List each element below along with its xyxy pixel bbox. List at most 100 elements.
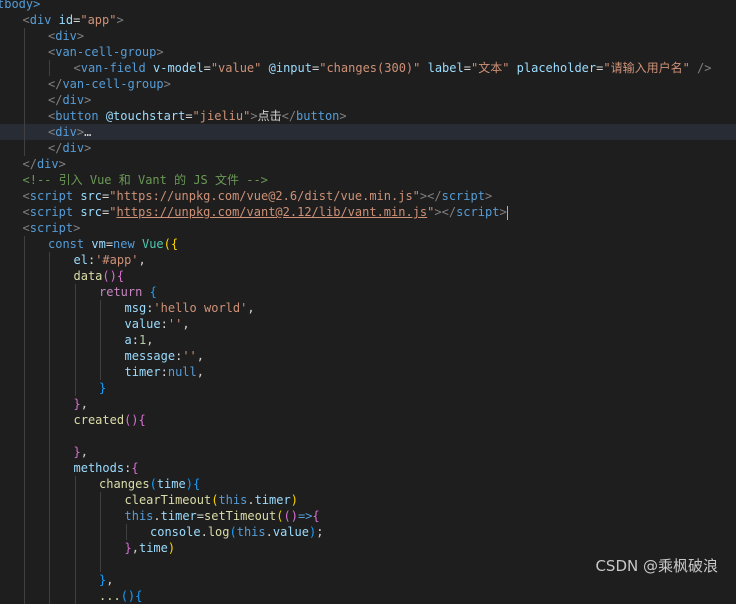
code-line[interactable]: return {	[0, 284, 736, 300]
code-line[interactable]: a:1,	[0, 332, 736, 348]
indent-guide	[74, 300, 76, 316]
code-text: msg:'hello world',	[125, 300, 255, 316]
code-text: <van-cell-group>	[48, 44, 164, 60]
code-token: msg	[124, 301, 147, 315]
code-line[interactable]: },	[0, 444, 736, 460]
code-line[interactable]: },	[0, 396, 736, 412]
indent-guide	[23, 508, 25, 524]
code-token: '#app'	[95, 253, 139, 267]
indent-guide	[74, 364, 76, 380]
code-token: </	[281, 109, 297, 123]
code-token: ,	[146, 333, 154, 347]
indent-guide	[74, 348, 76, 364]
text-cursor	[506, 205, 508, 220]
code-text: changes(time){	[99, 476, 200, 492]
code-token: https://unpkg.com/vant@2.12/lib/vant.min…	[116, 205, 428, 219]
code-token: =	[105, 237, 114, 251]
code-token: ''	[167, 317, 183, 331]
code-line[interactable]: <script src="https://unpkg.com/vant@2.12…	[0, 204, 736, 220]
code-token: (	[149, 477, 157, 491]
code-token: }	[99, 381, 107, 395]
indent-guide	[23, 236, 25, 252]
code-text: <script src="https://unpkg.com/vant@2.12…	[23, 204, 508, 220]
indent-guide	[23, 524, 25, 540]
code-line[interactable]: el:'#app',	[0, 252, 736, 268]
code-token: script	[29, 189, 74, 203]
code-line[interactable]	[0, 428, 736, 444]
code-text: }	[99, 380, 106, 396]
code-line[interactable]: <van-field v-model="value" @input="chang…	[0, 60, 736, 76]
code-token: >	[484, 189, 493, 203]
code-token: (	[229, 525, 237, 539]
code-token: ({	[163, 237, 179, 251]
code-line[interactable]: ...(){	[0, 588, 736, 604]
code-line[interactable]: tbody>	[0, 0, 736, 12]
code-token: >	[339, 109, 347, 123]
indent-guide	[49, 252, 50, 268]
code-token: Vue	[141, 237, 164, 251]
code-text: <van-field v-model="value" @input="chang…	[74, 60, 712, 76]
code-text: </div>	[48, 140, 91, 156]
code-line[interactable]: <div id="app">	[0, 12, 736, 28]
code-line[interactable]: <!-- 引入 Vue 和 Vant 的 JS 文件 -->	[0, 172, 736, 188]
code-line[interactable]: msg:'hello world',	[0, 300, 736, 316]
code-token: button	[55, 109, 99, 123]
code-line[interactable]: changes(time){	[0, 476, 736, 492]
code-line[interactable]: },time)	[0, 540, 736, 556]
code-line[interactable]: console.log(this.value);	[0, 524, 736, 540]
code-line[interactable]: this.timer=setTimeout(()=>{	[0, 508, 736, 524]
indent-guide	[49, 556, 50, 572]
code-line[interactable]: </div>	[0, 92, 736, 108]
code-line[interactable]: methods:{	[0, 460, 736, 476]
indent-guide	[49, 60, 50, 76]
code-token: console	[150, 525, 201, 539]
code-line[interactable]: created(){	[0, 412, 736, 428]
code-token: time	[138, 541, 168, 555]
code-token: >	[156, 45, 164, 59]
code-token: </	[48, 77, 63, 91]
code-line[interactable]: <script>	[0, 220, 736, 236]
code-token: changes	[99, 477, 150, 491]
code-token: {	[192, 477, 201, 491]
code-line[interactable]: message:'',	[0, 348, 736, 364]
code-line[interactable]: <div>…	[0, 124, 736, 140]
code-editor[interactable]: tbody> <div id="app"> <div> <van-cell-group…	[0, 0, 736, 604]
code-text: </div>	[23, 156, 66, 172]
indent-guide	[74, 540, 76, 556]
code-line[interactable]: </div>	[0, 140, 736, 156]
code-token: …	[84, 125, 92, 139]
code-line[interactable]: }	[0, 380, 736, 396]
code-line[interactable]: <button @touchstart="jieliu">点击</button>	[0, 108, 736, 124]
indent-guide	[23, 444, 25, 460]
code-token: button	[296, 109, 340, 123]
code-token: >	[58, 157, 66, 171]
code-token: >	[499, 205, 507, 219]
indent-guide	[100, 556, 101, 572]
code-line[interactable]: clearTimeout(this.timer)	[0, 492, 736, 508]
code-line[interactable]: data(){	[0, 268, 736, 284]
code-token: .	[265, 525, 273, 539]
indent-guide	[100, 316, 101, 332]
code-token: ,	[247, 301, 255, 315]
code-line[interactable]: <van-cell-group>	[0, 44, 736, 60]
code-token: ,	[131, 541, 139, 555]
code-token: value	[272, 525, 309, 539]
code-line[interactable]: value:'',	[0, 316, 736, 332]
code-token: {	[312, 509, 320, 523]
code-token: "value"	[210, 61, 262, 75]
code-token: =	[185, 109, 193, 123]
code-line[interactable]: </div>	[0, 156, 736, 172]
code-line[interactable]: const vm=new Vue({	[0, 236, 736, 252]
code-line[interactable]: </van-cell-group>	[0, 76, 736, 92]
code-token: time	[156, 477, 186, 491]
code-token: <	[22, 221, 30, 235]
code-line[interactable]: timer:null,	[0, 364, 736, 380]
indent-guide	[49, 380, 50, 396]
indent-guide	[49, 428, 50, 444]
code-line[interactable]: <script src="https://unpkg.com/vue@2.6/d…	[0, 188, 736, 204]
code-token: tbody>	[0, 0, 41, 11]
indent-guide	[74, 508, 76, 524]
code-line[interactable]: <div>	[0, 28, 736, 44]
